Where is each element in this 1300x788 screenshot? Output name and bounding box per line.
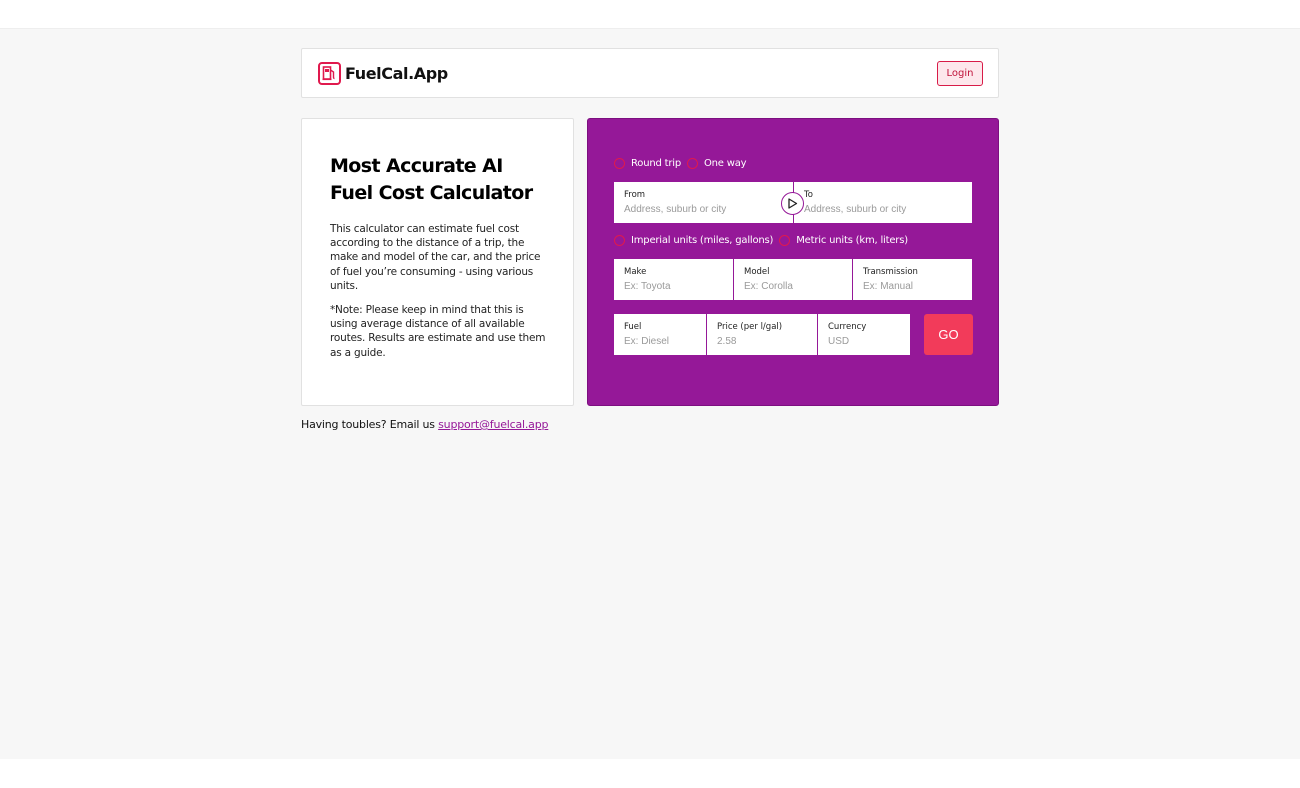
fuel-fields: Fuel Price (per l/gal) Currency (614, 314, 910, 355)
price-label: Price (per l/gal) (717, 322, 783, 332)
transmission-input[interactable] (863, 281, 962, 292)
title-line-1: Most Accurate AI (330, 155, 503, 177)
model-field[interactable]: Model (734, 259, 853, 300)
to-label: To (804, 190, 813, 200)
currency-input[interactable] (828, 336, 900, 347)
trip-type-group: Round trip One way (614, 158, 752, 169)
login-button[interactable]: Login (937, 61, 983, 86)
support-line: Having toubles? Email us support@fuelcal… (301, 418, 548, 431)
radio-label: Round trip (631, 158, 681, 169)
currency-label: Currency (828, 322, 867, 332)
unit-type-group: Imperial units (miles, gallons) Metric u… (614, 235, 914, 246)
model-label: Model (744, 267, 770, 277)
radio-imperial-units[interactable]: Imperial units (miles, gallons) (614, 235, 773, 246)
play-arrow-icon (788, 198, 798, 209)
radio-label: Metric units (km, liters) (796, 235, 908, 246)
note-text: *Note: Please keep in mind that this is … (330, 304, 546, 359)
header: FuelCal.App Login (301, 48, 999, 98)
model-input[interactable] (744, 281, 842, 292)
brand-name: FuelCal.App (345, 64, 448, 83)
radio-circle[interactable] (686, 158, 698, 169)
go-button[interactable]: GO (924, 314, 973, 355)
info-card: Most Accurate AI Fuel Cost Calculator Th… (301, 118, 574, 406)
radio-one-way[interactable]: One way (686, 158, 747, 169)
make-field[interactable]: Make (614, 259, 734, 300)
from-label: From (624, 190, 646, 200)
transmission-field[interactable]: Transmission (853, 259, 972, 300)
currency-field[interactable]: Currency (818, 314, 910, 355)
logo[interactable]: FuelCal.App (318, 62, 448, 85)
radio-circle[interactable] (614, 235, 625, 246)
make-label: Make (624, 267, 647, 277)
from-input[interactable] (624, 204, 783, 215)
radio-round-trip[interactable]: Round trip (614, 158, 681, 169)
fuel-input[interactable] (624, 336, 696, 347)
price-input[interactable] (717, 336, 807, 347)
transmission-label: Transmission (863, 267, 918, 277)
radio-circle[interactable] (614, 158, 625, 169)
to-field[interactable]: To (794, 182, 973, 223)
from-field[interactable]: From (614, 182, 794, 223)
to-input[interactable] (804, 204, 962, 215)
support-email-link[interactable]: support@fuelcal.app (438, 418, 548, 431)
radio-circle[interactable] (779, 235, 791, 246)
radio-label: One way (703, 158, 747, 169)
vehicle-fields: Make Model Transmission (614, 259, 972, 300)
support-text: Having toubles? Email us (301, 418, 435, 431)
route-fields: From To (614, 182, 973, 223)
fuel-field[interactable]: Fuel (614, 314, 707, 355)
fuel-label: Fuel (624, 322, 642, 332)
calculator-panel: Round trip One way From To (587, 118, 999, 406)
page-title: Most Accurate AI Fuel Cost Calculator (330, 153, 546, 207)
swap-route-button[interactable] (781, 192, 804, 215)
make-input[interactable] (624, 281, 723, 292)
price-field[interactable]: Price (per l/gal) (707, 314, 818, 355)
description-text: This calculator can estimate fuel cost a… (330, 223, 541, 292)
radio-metric-units[interactable]: Metric units (km, liters) (779, 235, 908, 246)
title-line-2: Fuel Cost Calculator (330, 182, 533, 204)
fuel-pump-icon (318, 62, 341, 85)
radio-label: Imperial units (miles, gallons) (631, 235, 774, 246)
